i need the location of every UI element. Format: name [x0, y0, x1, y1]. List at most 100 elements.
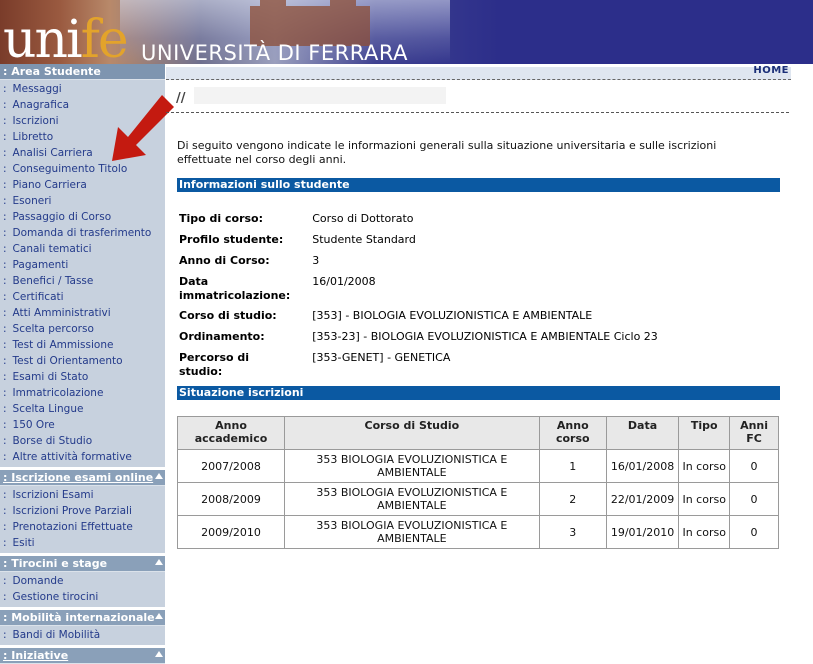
sidebar-section-area-studente: : Area Studente [0, 64, 165, 80]
sidebar-item-label: Esoneri [12, 195, 52, 207]
column-header-data: Data [605, 416, 680, 450]
bullet-icon: : [3, 179, 7, 191]
sidebar-section-mobilita-internazionale: : Mobilità internazionale [0, 610, 165, 626]
table-header-row: Anno accademico Corso di Studio Anno corso… [176, 416, 779, 450]
info-row: Percorso di studio: [353-GENET] - GENETIC… [179, 349, 658, 383]
sidebar-item-esiti[interactable]: : Esiti [0, 535, 165, 551]
bullet-icon: : [3, 243, 7, 255]
table-cell-data: 16/01/2008 [605, 449, 680, 483]
table-cell-tipo: In corso [678, 482, 731, 516]
bullet-icon: : [3, 339, 7, 351]
sidebar-item-esoneri[interactable]: : Esoneri [0, 193, 165, 209]
sidebar-item-scelta-lingue[interactable]: : Scelta Lingue [0, 401, 165, 417]
sidebar-item-label: Iscrizioni Esami [12, 489, 94, 501]
sidebar-item-label: Messaggi [12, 83, 62, 95]
collapse-triangle-icon[interactable] [155, 559, 163, 565]
bullet-icon: : [3, 195, 7, 207]
sidebar-item-pagamenti[interactable]: : Pagamenti [0, 257, 165, 273]
bullet-icon: : [3, 275, 7, 287]
sidebar-item-altre-attivita-formative[interactable]: : Altre attività formative [0, 449, 165, 465]
sidebar-item-canali-tematici[interactable]: : Canali tematici [0, 241, 165, 257]
info-value: Studente Standard [312, 233, 416, 246]
unife-logo[interactable]: unife [3, 14, 129, 64]
table-cell-data: 19/01/2010 [605, 515, 680, 549]
sidebar-item-label: Certificati [12, 291, 64, 303]
sidebar-menu: : Iscrizioni Esami : Iscrizioni Prove Parzi… [0, 486, 165, 553]
table-cell-anno-accademico: 2007/2008 [176, 449, 286, 483]
bullet-icon: : [3, 259, 7, 271]
home-link[interactable]: HOME [753, 65, 789, 76]
bullet-icon: : [3, 83, 7, 95]
info-label: Anno di Corso: [179, 254, 270, 267]
student-info-table: Tipo di corso: Corso di Dottorato Profilo … [179, 210, 658, 383]
sidebar-item-atti-amministrativi[interactable]: : Atti Amministrativi [0, 305, 165, 321]
info-value: Corso di Dottorato [312, 212, 414, 225]
sidebar-item-gestione-tirocini[interactable]: : Gestione tirocini [0, 589, 165, 605]
sidebar-item-150-ore[interactable]: :150 Ore [0, 417, 165, 433]
sidebar-item-scelta-percorso[interactable]: : Scelta percorso [0, 321, 165, 337]
sidebar-item-benefici-tasse[interactable]: : Benefici / Tasse [0, 273, 165, 289]
breadcrumb-text: // [176, 91, 186, 106]
sidebar-section-iniziative[interactable]: : Iniziative [0, 648, 165, 664]
collapse-triangle-icon[interactable] [155, 473, 163, 479]
main-content: HOME // Di seguito vengono indicate le i… [166, 64, 813, 661]
sidebar-item-label: Pagamenti [12, 259, 69, 271]
sidebar-item-test-di-ammissione[interactable]: : Test di Ammissione [0, 337, 165, 353]
sidebar-item-borse-di-studio[interactable]: : Borse di Studio [0, 433, 165, 449]
table-cell-anno-accademico: 2008/2009 [176, 482, 286, 516]
bullet-icon: : [3, 591, 7, 603]
table-cell-anno-corso: 3 [538, 515, 607, 549]
sidebar-item-iscrizioni-prove-parziali[interactable]: : Iscrizioni Prove Parziali [0, 503, 165, 519]
sidebar-item-prenotazioni-effettuate[interactable]: : Prenotazioni Effettuate [0, 519, 165, 535]
column-header-anni-fc: Anni FC [729, 416, 779, 450]
table-cell-anno-corso: 2 [538, 482, 607, 516]
bullet-icon: : [3, 489, 7, 501]
bullet-icon: : [3, 115, 7, 127]
sidebar-item-label: Analisi Carriera [12, 147, 93, 159]
sidebar-item-bandi-di-mobilita[interactable]: : Bandi di Mobilità [0, 627, 165, 643]
bullet-icon: : [3, 147, 7, 159]
bullet-icon: : [3, 163, 7, 175]
info-label: Profilo studente: [179, 233, 284, 246]
table-cell-anno-corso: 1 [538, 449, 607, 483]
collapse-triangle-icon[interactable] [155, 651, 163, 657]
table-cell-corso-di-studio: 353 BIOLOGIA EVOLUZIONISTICA E AMBIENTAL… [284, 482, 540, 516]
column-header-corso-di-studio: Corso di Studio [284, 416, 540, 450]
sidebar-item-label: Altre attività formative [12, 451, 132, 463]
table-cell-anno-accademico: 2009/2010 [176, 515, 286, 549]
sidebar-section-title: : Tirocini e stage [3, 557, 108, 570]
sidebar-item-label: Benefici / Tasse [12, 275, 94, 287]
sidebar-item-domande[interactable]: : Domande [0, 573, 165, 589]
table-row: 2007/2008 353 BIOLOGIA EVOLUZIONISTICA E … [176, 449, 779, 483]
sidebar-item-domanda-di-trasferimento[interactable]: : Domanda di trasferimento [0, 225, 165, 241]
sidebar-item-test-di-orientamento[interactable]: : Test di Orientamento [0, 353, 165, 369]
sidebar-item-label: Test di Ammissione [12, 339, 114, 351]
sidebar-item-label: Gestione tirocini [12, 591, 99, 603]
info-row: Corso di studio: [353] - BIOLOGIA EVOLUZI… [179, 307, 658, 328]
sidebar-item-label: Immatricolazione [12, 387, 104, 399]
table-row: 2009/2010 353 BIOLOGIA EVOLUZIONISTICA E … [176, 515, 779, 549]
bullet-icon: : [3, 575, 7, 587]
sidebar-item-certificati[interactable]: : Certificati [0, 289, 165, 305]
sidebar-item-immatricolazione[interactable]: : Immatricolazione [0, 385, 165, 401]
info-label: Corso di studio: [179, 309, 277, 322]
info-value: 16/01/2008 [312, 275, 376, 288]
sidebar-item-iscrizioni-esami[interactable]: : Iscrizioni Esami [0, 487, 165, 503]
sidebar-item-piano-carriera[interactable]: : Piano Carriera [0, 177, 165, 193]
info-label: Percorso di studio: [179, 351, 250, 378]
column-header-tipo: Tipo [678, 416, 731, 450]
top-bar: HOME [166, 65, 791, 80]
sidebar-section-iscrizione-esami-online[interactable]: : Iscrizione esami online [0, 470, 165, 486]
bullet-icon: : [3, 629, 7, 641]
table-cell-corso-di-studio: 353 BIOLOGIA EVOLUZIONISTICA E AMBIENTAL… [284, 449, 540, 483]
info-row: Ordinamento: [353-23] - BIOLOGIA EVOLUZIO… [179, 328, 658, 349]
collapse-triangle-icon[interactable] [155, 613, 163, 619]
bullet-icon: : [3, 371, 7, 383]
sidebar-item-esami-di-stato[interactable]: : Esami di Stato [0, 369, 165, 385]
sidebar-item-passaggio-di-corso[interactable]: : Passaggio di Corso [0, 209, 165, 225]
bullet-icon: : [3, 227, 7, 239]
column-header-anno-accademico: Anno accademico [176, 416, 286, 450]
info-value: [353] - BIOLOGIA EVOLUZIONISTICA E AMBIE… [312, 309, 593, 322]
column-header-anno-corso: Anno corso [538, 416, 607, 450]
table-cell-tipo: In corso [678, 515, 731, 549]
